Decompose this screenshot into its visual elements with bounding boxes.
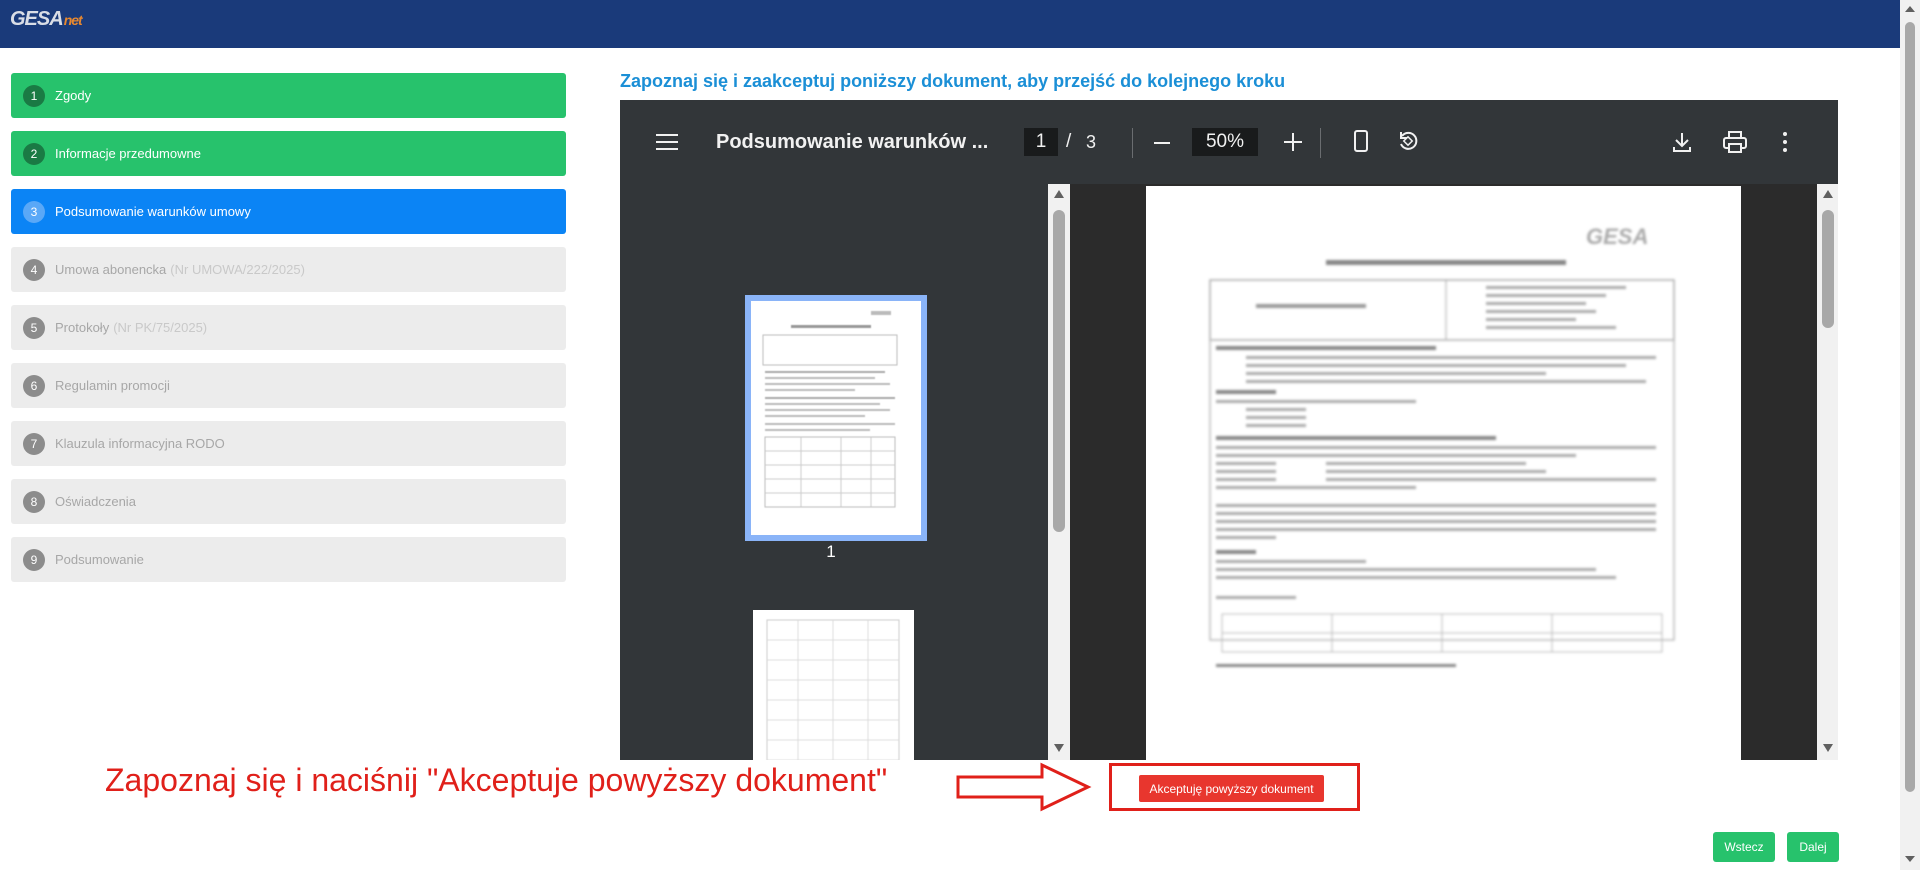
step-label: Podsumowanie warunków umowy [55, 204, 251, 219]
step-number: 3 [23, 200, 45, 223]
next-button[interactable]: Dalej [1787, 832, 1839, 862]
step-1[interactable]: 1 Zgody [11, 73, 566, 118]
step-7[interactable]: 7 Klauzula informacyjna RODO [11, 421, 566, 466]
accept-document-button[interactable]: Akceptuję powyższy dokument [1139, 775, 1324, 802]
step-4[interactable]: 4 Umowa abonencka (Nr UMOWA/222/2025) [11, 247, 566, 292]
scroll-down-icon[interactable] [1054, 744, 1064, 752]
page-thumbnail[interactable] [753, 610, 914, 760]
scroll-up-icon[interactable] [1823, 190, 1833, 198]
instruction-text: Zapoznaj się i naciśnij "Akceptuje powyż… [105, 762, 888, 798]
step-5[interactable]: 5 Protokoły (Nr PK/75/2025) [11, 305, 566, 350]
step-label: Protokoły [55, 320, 110, 335]
page-separator: / [1066, 131, 1072, 152]
step-label: Umowa abonencka [55, 262, 167, 277]
step-sublabel: (Nr PK/75/2025) [113, 320, 208, 335]
pdf-viewer[interactable]: Podsumowanie warunków ... 1 / 3 50% 1 GE… [620, 100, 1838, 760]
toolbar-divider [1320, 128, 1321, 158]
scroll-down-icon[interactable] [1905, 856, 1915, 862]
thumbnail-panel[interactable]: 1 [620, 184, 1048, 760]
page-number-input[interactable]: 1 [1024, 128, 1058, 156]
step-label: Regulamin promocji [55, 378, 170, 393]
page-title: Zapoznaj się i zaakceptuj poniższy dokum… [620, 71, 1286, 91]
scroll-up-icon[interactable] [1054, 190, 1064, 198]
toolbar-divider [1132, 128, 1133, 158]
thumbnail-scrollbar[interactable] [1048, 184, 1070, 760]
scroll-up-icon[interactable] [1905, 6, 1915, 12]
page-total: 3 [1086, 132, 1097, 152]
step-label: Podsumowanie [55, 552, 144, 567]
step-8[interactable]: 8 Oświadczenia [11, 479, 566, 524]
step-number: 8 [23, 490, 45, 513]
step-number: 7 [23, 432, 45, 455]
step-number: 4 [23, 258, 45, 281]
step-number: 5 [23, 316, 45, 339]
step-9[interactable]: 9 Podsumowanie [11, 537, 566, 582]
pdf-toolbar: Podsumowanie warunków ... 1 / 3 50% [620, 100, 1838, 184]
step-label: Zgody [55, 88, 92, 103]
zoom-out-icon[interactable] [1154, 142, 1170, 144]
print-icon[interactable] [1722, 130, 1748, 154]
rotate-icon[interactable] [1397, 130, 1419, 152]
step-list: 1 Zgody 2 Informacje przedumowne 3 Podsumow… [11, 73, 566, 595]
document-view[interactable]: GESA [1070, 184, 1817, 760]
page-scrollbar-thumb[interactable] [1905, 22, 1915, 792]
step-2[interactable]: 2 Informacje przedumowne [11, 131, 566, 176]
step-number: 6 [23, 374, 45, 397]
step-3[interactable]: 3 Podsumowanie warunków umowy [11, 189, 566, 234]
page-thumbnail[interactable] [745, 295, 927, 541]
thumbnail-label: 1 [826, 542, 836, 561]
zoom-in-icon[interactable] [1284, 133, 1302, 151]
more-icon[interactable] [1782, 132, 1788, 154]
step-label: Oświadczenia [55, 494, 136, 509]
menu-icon[interactable] [656, 134, 678, 155]
arrow-right-icon [956, 762, 1092, 812]
document-page: GESA [1146, 186, 1741, 760]
fit-page-icon[interactable] [1354, 130, 1368, 152]
top-bar: GESAnet [0, 0, 1900, 48]
step-sublabel: (Nr UMOWA/222/2025) [170, 262, 305, 277]
document-scrollbar-thumb[interactable] [1822, 210, 1834, 328]
document-title: Podsumowanie warunków ... [716, 131, 989, 153]
step-number: 9 [23, 548, 45, 571]
step-number: 1 [23, 84, 45, 107]
document-scrollbar[interactable] [1817, 184, 1838, 760]
page-scrollbar[interactable] [1900, 0, 1920, 870]
scroll-down-icon[interactable] [1823, 744, 1833, 752]
download-icon[interactable] [1670, 130, 1694, 154]
svg-text:GESA: GESA [1586, 224, 1648, 249]
thumbnail-scrollbar-thumb[interactable] [1053, 210, 1065, 532]
step-label: Klauzula informacyjna RODO [55, 436, 225, 451]
back-button[interactable]: Wstecz [1713, 832, 1775, 862]
blurred-document-content: GESA [1209, 224, 1675, 667]
step-number: 2 [23, 142, 45, 165]
gesa-logo[interactable]: GESAnet [10, 8, 83, 31]
step-label: Informacje przedumowne [55, 146, 201, 161]
step-6[interactable]: 6 Regulamin promocji [11, 363, 566, 408]
zoom-input[interactable]: 50% [1192, 128, 1258, 156]
